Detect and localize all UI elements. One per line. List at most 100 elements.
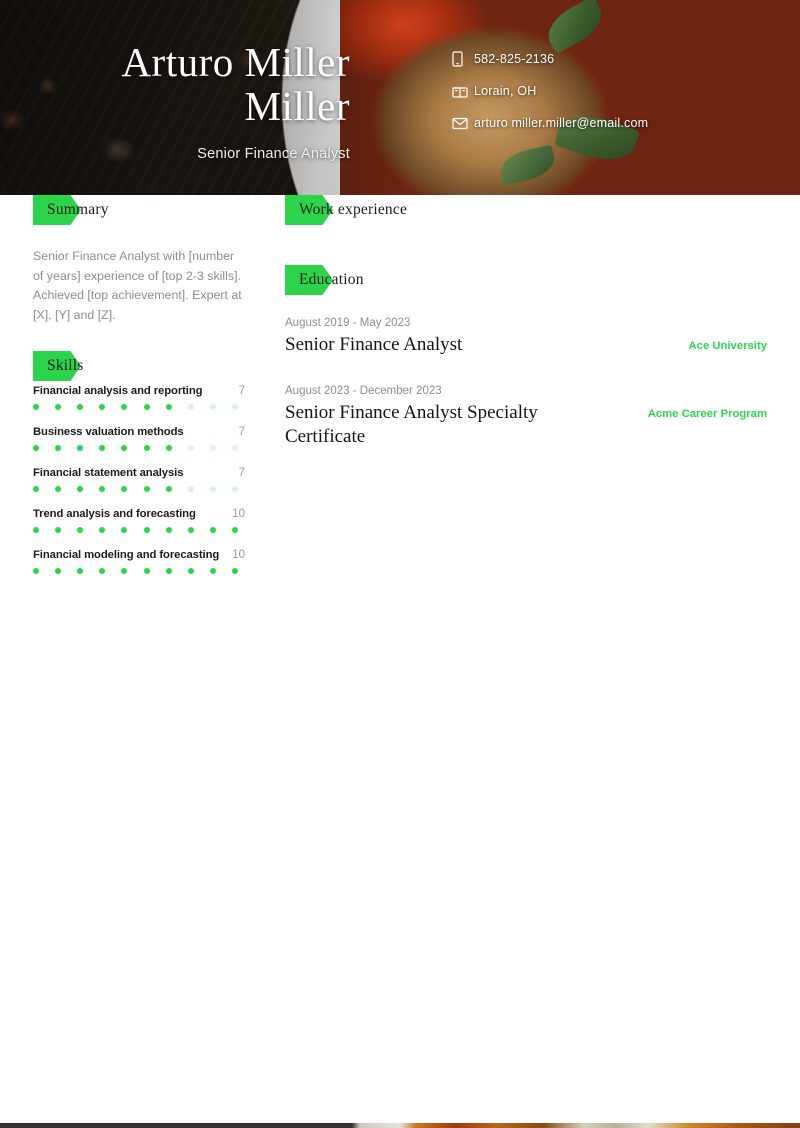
skill-score: 10 [232,508,245,520]
rating-dot-filled [121,527,128,533]
section-heading-skills: Skills [33,351,245,381]
education-dates: August 2019 - May 2023 [285,317,411,329]
education-entry: August 2019 - May 2023 Senior Finance Ana… [285,317,767,357]
footer-image-strip [0,1123,800,1128]
rating-dot-filled [231,568,238,574]
education-organization: Ace University [688,340,768,352]
rating-dot-filled [121,568,128,574]
rating-dot-filled [165,568,172,574]
section-heading-education: Education [285,265,767,295]
rating-dot-filled [187,568,194,574]
rating-dot-filled [143,486,150,492]
section-heading-work-experience: Work experience [285,195,767,225]
education-entry-row: Senior Finance Analyst Specialty Certifi… [285,401,767,449]
contact-location[interactable]: Lorain, OH [452,78,648,104]
rating-dot-filled [33,404,39,410]
skills-list: Financial analysis and reporting 7 Busines… [33,385,245,574]
header-content: Arturo Miller Miller Senior Finance Anal… [0,0,800,195]
skill-header: Business valuation methods 7 [33,426,245,438]
skill-row: Financial modeling and forecasting 10 [33,549,245,574]
rating-dot-filled [165,404,172,410]
skill-name: Financial analysis and reporting [33,385,203,397]
skill-rating-dots [33,527,238,533]
rating-dot-empty [209,486,216,492]
skill-score: 10 [232,549,245,561]
rating-dot-filled [33,486,39,492]
education-degree: Senior Finance Analyst [285,334,463,355]
section-heading-summary: Summary [33,195,245,225]
rating-dot-filled [165,445,172,451]
rating-dot-filled [231,527,238,533]
skill-name: Business valuation methods [33,426,184,438]
rating-dot-filled [209,527,216,533]
education-dates: August 2023 - December 2023 [285,385,442,397]
skill-row: Financial statement analysis 7 [33,467,245,492]
rating-dot-filled [121,486,128,492]
rating-dot-filled [121,445,128,451]
skill-row: Financial analysis and reporting 7 [33,385,245,410]
rating-dot-filled [187,527,194,533]
rating-dot-empty [187,445,194,451]
rating-dot-filled [99,568,106,574]
education-degree: Senior Finance Analyst Specialty Certifi… [285,402,538,447]
skill-score: 7 [238,385,245,397]
contact-phone[interactable]: 582-825-2136 [452,46,648,72]
rating-dot-filled [99,527,106,533]
phone-value: 582-825-2136 [474,52,555,66]
rating-dot-filled [209,568,216,574]
education-entry-row: Senior Finance Analyst Ace University [285,333,767,357]
rating-dot-filled [121,404,128,410]
rating-dot-filled [77,445,84,451]
rating-dot-empty [187,486,194,492]
rating-dot-filled [99,445,106,451]
summary-text: Senior Finance Analyst with [number of y… [33,249,242,322]
skill-row: Trend analysis and forecasting 10 [33,508,245,533]
contact-details: 582-825-2136 Lorain, OH arturo miller.mi… [452,46,648,142]
location-value: Lorain, OH [474,84,537,98]
email-value: arturo miller.miller@email.com [474,116,649,130]
rating-dot-empty [209,445,216,451]
rating-dot-empty [209,404,216,410]
rating-dot-filled [165,527,172,533]
education-entry: August 2023 - December 2023 Senior Financ… [285,385,767,449]
rating-dot-filled [165,486,172,492]
skill-header: Financial statement analysis 7 [33,467,245,479]
rating-dot-filled [77,404,84,410]
education-section: Education August 2019 - May 2023 Senior F… [285,265,767,449]
rating-dot-filled [99,486,106,492]
candidate-name: Arturo Miller Miller [60,40,350,128]
rating-dot-filled [143,445,150,451]
rating-dot-filled [55,568,62,574]
skill-name: Financial modeling and forecasting [33,549,220,561]
skill-rating-dots [33,486,238,492]
skill-rating-dots [33,445,238,451]
education-organization: Acme Career Program [647,408,767,420]
skill-row: Business valuation methods 7 [33,426,245,451]
rating-dot-filled [143,527,150,533]
rating-dot-filled [77,486,84,492]
summary-heading-label: Summary [47,201,109,218]
email-icon [452,114,474,132]
skills-heading-label: Skills [47,357,84,374]
rating-dot-filled [143,568,150,574]
rating-dot-filled [77,527,84,533]
education-heading-label: Education [299,271,364,288]
phone-icon [452,50,474,68]
rating-dot-filled [33,445,39,451]
education-list: August 2019 - May 2023 Senior Finance Ana… [285,317,767,449]
contact-email[interactable]: arturo miller.miller@email.com [452,110,648,136]
rating-dot-filled [55,404,62,410]
rating-dot-filled [99,404,106,410]
skill-rating-dots [33,404,238,410]
skill-name: Trend analysis and forecasting [33,508,196,520]
rating-dot-empty [231,445,238,451]
candidate-job-title: Senior Finance Analyst [197,146,350,162]
rating-dot-filled [77,568,84,574]
rating-dot-filled [143,404,150,410]
left-column: Summary Senior Finance Analyst with [num… [33,195,245,590]
rating-dot-empty [187,404,194,410]
rating-dot-filled [55,445,62,451]
right-column: Work experience Education August 2019 - … [285,195,767,477]
skills-section: Skills Financial analysis and reporting 7… [33,351,245,574]
work-experience-heading-label: Work experience [299,201,408,218]
